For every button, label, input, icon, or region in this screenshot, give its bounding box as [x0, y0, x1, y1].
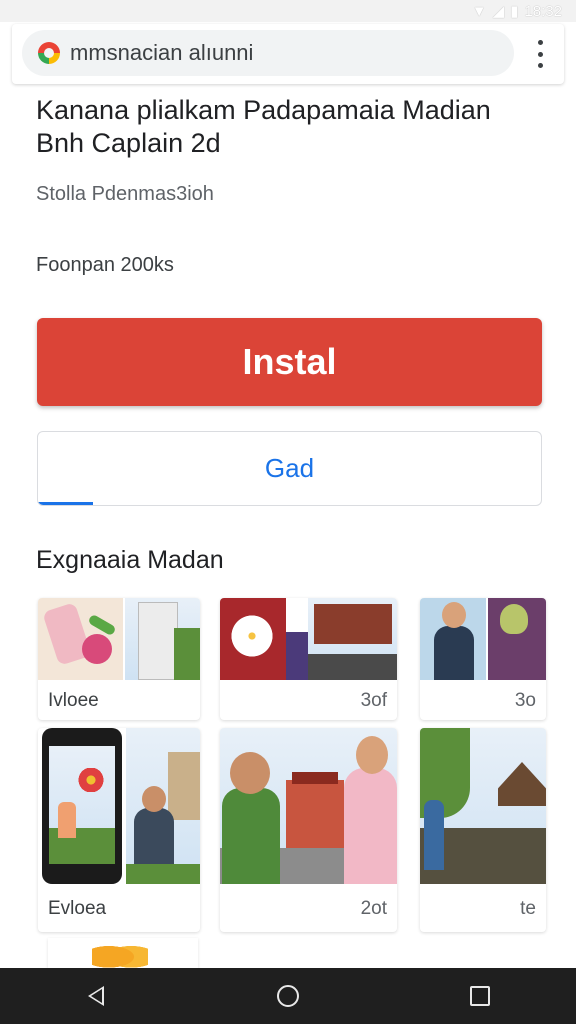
screenshot-card[interactable]: 3o — [420, 598, 546, 720]
secondary-button-label: Gad — [264, 453, 315, 483]
developer-name[interactable]: Stolla Pdenmas3ioh — [36, 183, 214, 206]
wifi-icon: ▼ — [471, 2, 487, 20]
back-icon — [88, 986, 104, 1006]
browser-toolbar: mmsnacian alıunni — [12, 24, 564, 84]
home-icon — [277, 985, 299, 1007]
screenshot-card[interactable]: 2ot — [220, 728, 397, 932]
battery-icon: ▮ — [510, 3, 519, 20]
screenshot-thumbnail — [220, 728, 397, 884]
recents-button[interactable] — [450, 968, 510, 1024]
card-label: Ivloee — [48, 690, 99, 711]
butterfly-icon — [92, 940, 148, 968]
app-title: Kanana plialkam Padapamaia Madian Bnh Ca… — [36, 95, 491, 158]
screenshot-card[interactable]: 3of — [220, 598, 397, 720]
screenshot-thumbnail — [420, 728, 546, 884]
install-button[interactable]: Instal — [37, 318, 542, 406]
screenshot-card[interactable]: Evloea — [38, 728, 200, 932]
card-label: Evloea — [48, 898, 107, 919]
address-bar[interactable]: mmsnacian alıunni — [22, 30, 514, 76]
site-favicon-icon — [38, 42, 60, 64]
card-count: 3of — [360, 690, 387, 711]
back-button[interactable] — [66, 968, 126, 1024]
status-bar: ▼ ◢ ▮ 18:32 — [0, 0, 576, 22]
navigation-bar — [0, 968, 576, 1024]
screenshot-thumbnail — [220, 598, 397, 680]
card-count: 2ot — [360, 898, 387, 919]
card-count: 3o — [514, 690, 536, 711]
recents-icon — [470, 986, 490, 1006]
home-button[interactable] — [258, 968, 318, 1024]
download-count: Foonpan 200ks — [36, 254, 174, 276]
status-time: 18:32 — [524, 2, 562, 20]
card-count: te — [520, 898, 536, 919]
download-progress-bar — [38, 502, 94, 505]
screenshot-thumbnail — [38, 728, 200, 884]
screenshot-thumbnail — [420, 598, 546, 680]
secondary-button[interactable]: Gad — [37, 431, 542, 506]
more-vert-icon[interactable] — [530, 40, 550, 68]
url-text[interactable]: mmsnacian alıunni — [70, 40, 253, 66]
screenshot-card[interactable]: Ivloee — [38, 598, 200, 720]
screenshot-thumbnail — [38, 598, 200, 680]
section-heading: Exgnaaia Madan — [36, 546, 224, 574]
screenshot-card[interactable]: te — [420, 728, 546, 932]
signal-icon: ◢ — [492, 3, 505, 20]
